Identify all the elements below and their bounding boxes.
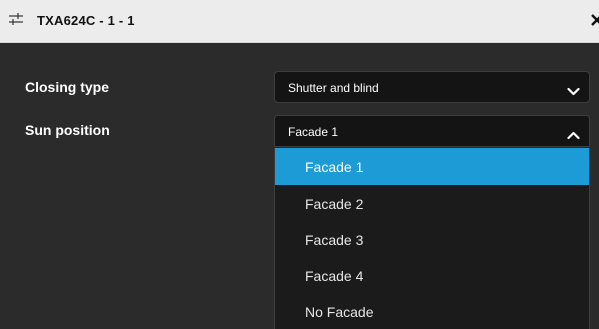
sliders-icon xyxy=(9,12,23,26)
dropdown-option-facade-4[interactable]: Facade 4 xyxy=(275,257,589,294)
closing-type-select[interactable]: Shutter and blind xyxy=(274,71,590,103)
dropdown-option-facade-2[interactable]: Facade 2 xyxy=(275,185,589,222)
dropdown-option-facade-3[interactable]: Facade 3 xyxy=(275,221,589,258)
option-label: No Facade xyxy=(305,304,374,320)
window-titlebar: TXA624C - 1 - 1 xyxy=(0,0,599,43)
settings-window: TXA624C - 1 - 1 Closing type Shutter and… xyxy=(0,0,599,329)
option-label: Facade 2 xyxy=(305,196,364,212)
sun-position-value: Facade 1 xyxy=(288,125,339,139)
closing-type-value: Shutter and blind xyxy=(288,81,379,95)
closing-type-label: Closing type xyxy=(25,79,110,95)
sun-position-label: Sun position xyxy=(25,122,110,138)
sun-position-dropdown: Facade 1 Facade 2 Facade 3 Facade 4 No F… xyxy=(274,148,590,329)
close-icon[interactable] xyxy=(591,12,599,28)
option-label: Facade 4 xyxy=(305,268,364,284)
dropdown-option-no-facade[interactable]: No Facade xyxy=(275,293,589,329)
chevron-down-icon xyxy=(567,83,580,96)
chevron-up-icon xyxy=(567,127,580,140)
sun-position-select[interactable]: Facade 1 xyxy=(274,115,590,147)
option-label: Facade 3 xyxy=(305,232,364,248)
option-label: Facade 1 xyxy=(305,159,364,175)
window-title: TXA624C - 1 - 1 xyxy=(37,13,135,28)
dropdown-option-facade-1[interactable]: Facade 1 xyxy=(275,148,589,185)
